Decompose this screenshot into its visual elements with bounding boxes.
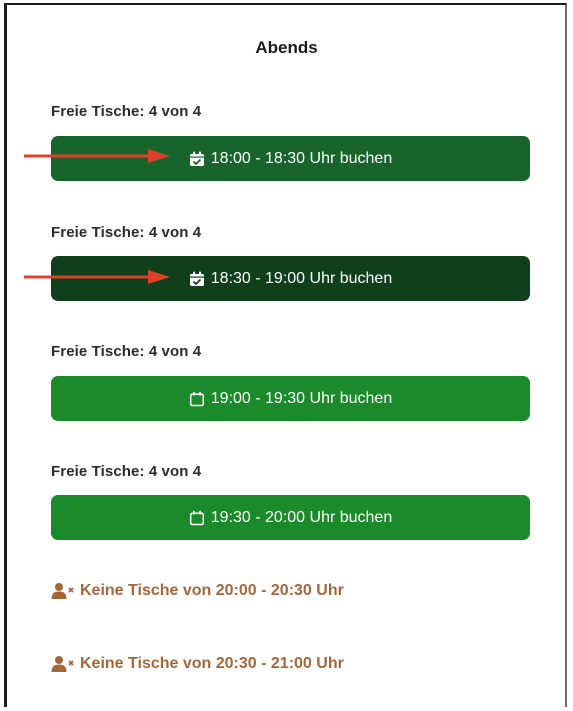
book-slot-label: 18:00 - 18:30 Uhr buchen [210, 149, 393, 167]
calendar-check-icon [189, 271, 204, 286]
user-times-icon [51, 656, 74, 672]
calendar-icon [189, 510, 204, 525]
no-tables-label: Keine Tische von 20:00 - 20:30 Uhr [80, 582, 344, 599]
section-title: Abends [255, 38, 318, 57]
calendar-check-icon [189, 151, 204, 166]
free-tables-label: Freie Tische: 4 von 4 [51, 463, 202, 480]
user-times-icon [51, 583, 74, 599]
book-slot-1930-button[interactable]: 19:30 - 20:00 Uhr buchen [51, 495, 530, 540]
calendar-icon [189, 391, 204, 406]
book-slot-label: 18:30 - 19:00 Uhr buchen [210, 269, 393, 287]
free-tables-label: Freie Tische: 4 von 4 [51, 103, 202, 120]
book-slot-1900-button[interactable]: 19:00 - 19:30 Uhr buchen [51, 376, 530, 421]
free-tables-label: Freie Tische: 4 von 4 [51, 224, 202, 241]
annotation-arrow [24, 149, 170, 163]
no-tables-label: Keine Tische von 20:30 - 21:00 Uhr [80, 655, 344, 672]
book-slot-label: 19:30 - 20:00 Uhr buchen [210, 508, 393, 526]
free-tables-label: Freie Tische: 4 von 4 [51, 343, 202, 360]
annotation-arrow [24, 270, 170, 284]
book-slot-label: 19:00 - 19:30 Uhr buchen [210, 389, 393, 407]
no-tables-row: Keine Tische von 20:00 - 20:30 Uhr [51, 582, 344, 600]
no-tables-row: Keine Tische von 20:30 - 21:00 Uhr [51, 655, 344, 673]
